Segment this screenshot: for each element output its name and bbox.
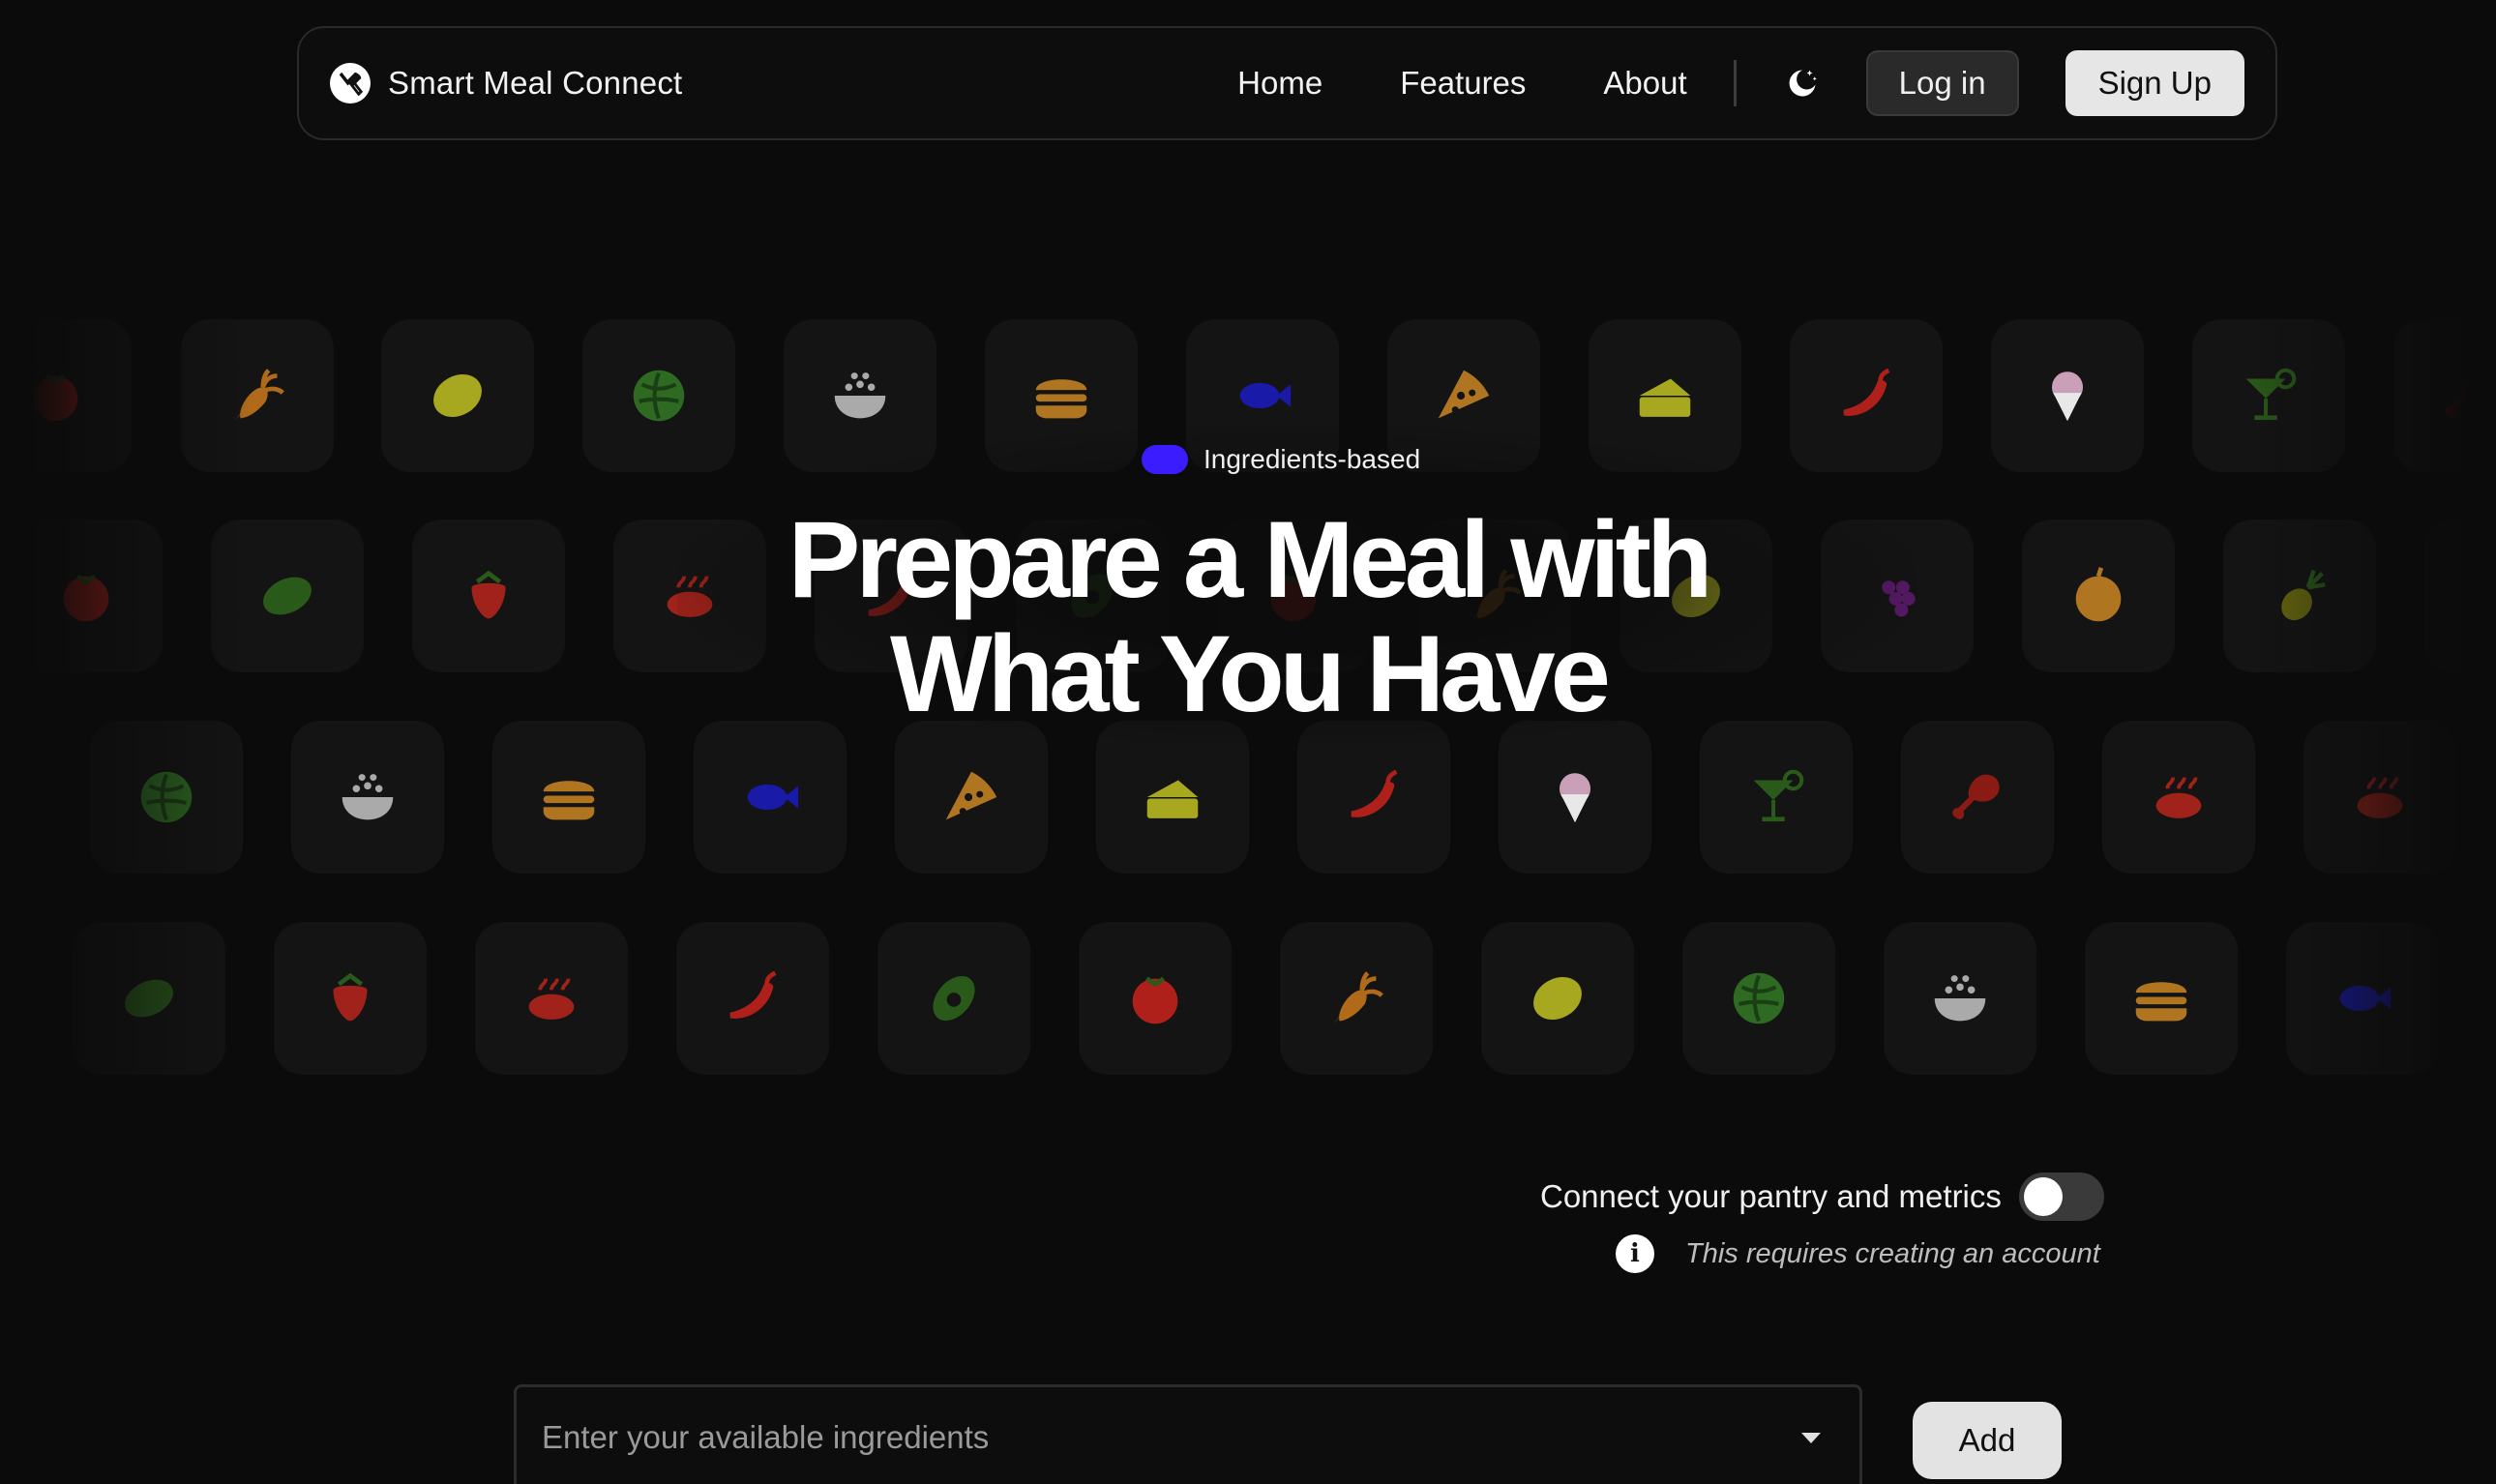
burger-icon [2135,982,2187,1022]
chili-icon [729,970,777,1019]
rice-bowl-icon [834,372,886,419]
roast-chicken-icon [2155,777,2202,818]
pizza-icon [1438,370,1490,419]
nav-about[interactable]: About [1603,65,1686,102]
avocado-icon [933,975,975,1022]
cabbage-icon [1733,972,1785,1024]
food-tile [1901,721,2054,874]
nav-links: Home Features About Log in Sign Up [1237,50,2244,116]
food-tile [676,922,829,1075]
food-tile [1991,319,2144,472]
chili-icon [1351,769,1398,817]
ice-cream-icon [1559,773,1591,823]
nav-divider [1733,60,1737,106]
burger-icon [1035,379,1087,419]
login-button[interactable]: Log in [1865,50,2019,116]
food-tile [291,721,444,874]
brand-name: Smart Meal Connect [388,65,683,101]
pantry-toggle-label: Connect your pantry and metrics [1540,1178,2002,1214]
cake-icon [1146,780,1199,818]
ingredients-combobox[interactable] [514,1384,1862,1484]
badge-label: Ingredients-based [1203,444,1421,474]
hero-title-line1: Prepare a Meal with [787,499,1713,620]
lemon-icon [433,373,482,418]
food-tile [274,922,427,1075]
food-tile [1079,922,1232,1075]
food-tile [1280,922,1433,1075]
dropdown-caret-icon[interactable] [1801,1432,1821,1443]
account-note-text: This requires creating an account [1685,1237,2100,1269]
tomato-icon [1132,976,1178,1024]
strawberry-icon [333,972,368,1022]
hero-title-line2: What You Have [890,613,1611,734]
top-navbar: Smart Meal Connect Home Features About L… [297,26,2277,140]
rice-bowl-icon [1934,975,1986,1022]
nav-features[interactable]: Features [1400,65,1526,102]
hero-title: Prepare a Meal with What You Have [0,503,2496,731]
ingredients-input[interactable] [542,1419,1801,1456]
account-note: i This requires creating an account [1616,1234,2100,1273]
moon-stars-icon[interactable] [1781,62,1824,104]
info-icon: i [1616,1234,1654,1273]
toggle-knob [2023,1177,2063,1216]
add-ingredient-button[interactable]: Add [1913,1402,2062,1479]
meat-leg-icon [1952,774,2000,819]
food-tile [475,922,628,1075]
lemon-icon [1533,976,1582,1021]
food-tile [381,319,534,472]
food-tile [1682,922,1835,1075]
burger-icon [543,781,595,820]
cocktail-icon [1753,769,1804,822]
rice-bowl-icon [342,774,394,820]
brand[interactable]: Smart Meal Connect [330,63,682,104]
food-tile [1481,922,1634,1075]
chili-icon [1843,368,1890,416]
food-tile [877,922,1030,1075]
feature-badge: Ingredients-based [1142,444,1420,475]
food-tile [2102,721,2255,874]
pizza-icon [945,771,997,820]
pantry-toggle-row: Connect your pantry and metrics [1540,1172,2104,1221]
nav-home[interactable]: Home [1237,65,1322,102]
cabbage-icon [633,370,685,422]
fish-icon [747,784,799,811]
pantry-toggle-switch[interactable] [2018,1172,2104,1221]
fish-icon [1239,382,1292,409]
badge-pill [1142,445,1188,474]
carrot-icon [1333,971,1383,1024]
cake-icon [1639,378,1691,417]
food-tile [1884,922,2036,1075]
roast-chicken-icon [528,978,575,1020]
ice-cream-icon [2051,371,2084,422]
signup-button[interactable]: Sign Up [2065,50,2244,116]
utensils-logo-icon [330,63,371,104]
food-tile [2085,922,2238,1075]
food-tile [492,721,645,874]
